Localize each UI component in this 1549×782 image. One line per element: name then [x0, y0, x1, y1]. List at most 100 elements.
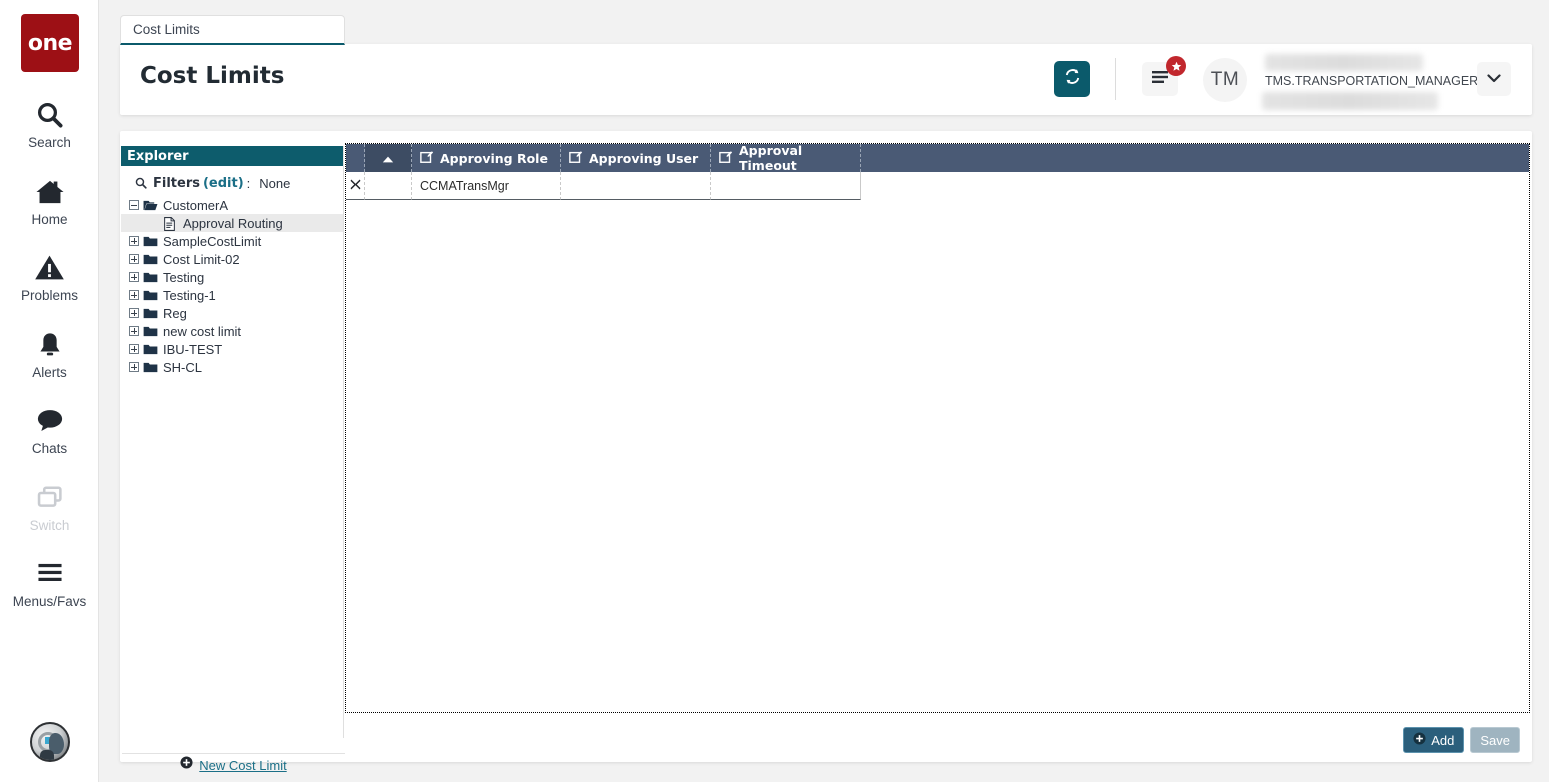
left-navigation-rail: one Search Home Problems Alerts Chats Sw… — [0, 0, 99, 782]
brand-logo-text: one — [27, 30, 73, 56]
tab-strip: Cost Limits — [120, 15, 345, 45]
table-cell-approval-timeout[interactable] — [711, 172, 861, 200]
add-button[interactable]: Add — [1403, 727, 1465, 753]
table-cell-sort — [365, 172, 412, 200]
document-icon — [163, 216, 178, 231]
folder-open-icon — [143, 199, 158, 212]
grid-header-label: Approving User — [589, 150, 699, 166]
rail-item-home[interactable]: Home — [0, 177, 99, 228]
chats-icon — [0, 406, 99, 440]
avatar[interactable]: TM — [1203, 58, 1247, 102]
edit-pencil-icon — [569, 150, 583, 167]
rail-item-switch[interactable]: Switch — [0, 483, 99, 534]
table-cell-approving-role[interactable]: CCMATransMgr — [412, 172, 561, 200]
explorer-tree: CustomerA Approval Routing SampleCostLimit… — [121, 196, 343, 376]
tree-node-label: Testing-1 — [163, 287, 216, 303]
user-menu-button[interactable] — [1477, 62, 1511, 96]
explorer-panel: Explorer Filters (edit) : None CustomerA… — [121, 146, 345, 773]
user-name: TMS.TRANSPORTATION_MANAGER — [1265, 74, 1479, 88]
expand-icon[interactable] — [129, 326, 139, 336]
brand-logo[interactable]: one — [21, 14, 79, 72]
folder-icon — [143, 235, 158, 248]
page-title: Cost Limits — [140, 63, 285, 89]
table-cell-approving-user[interactable] — [561, 172, 711, 200]
tree-node-ibu-test[interactable]: IBU-TEST — [121, 340, 343, 358]
refresh-icon — [1063, 67, 1082, 91]
explorer-header: Explorer — [121, 146, 343, 166]
search-icon — [135, 177, 147, 189]
tree-node-testing-1[interactable]: Testing-1 — [121, 286, 343, 304]
table-cell-filler — [861, 172, 1529, 200]
grid-header-approving-user[interactable]: Approving User — [561, 144, 711, 172]
tree-node-label: Approval Routing — [183, 215, 283, 231]
tree-node-reg[interactable]: Reg — [121, 304, 343, 322]
rail-item-label: Menus/Favs — [12, 594, 87, 609]
folder-icon — [143, 343, 158, 356]
tree-node-new-cost-limit[interactable]: new cost limit — [121, 322, 343, 340]
tree-node-label: Testing — [163, 269, 205, 285]
chevron-down-icon — [1487, 70, 1501, 88]
tree-node-customera[interactable]: CustomerA — [121, 196, 343, 214]
rail-item-label: Switch — [29, 518, 70, 533]
tab-cost-limits[interactable]: Cost Limits — [120, 15, 345, 45]
tree-node-testing[interactable]: Testing — [121, 268, 343, 286]
footer-actions: Add Save — [1403, 727, 1520, 753]
search-icon — [0, 100, 99, 134]
expand-icon[interactable] — [129, 308, 139, 318]
tree-node-label: SH-CL — [163, 359, 203, 375]
new-cost-limit-label: New Cost Limit — [199, 757, 287, 773]
new-cost-limit-link[interactable]: New Cost Limit — [122, 753, 345, 777]
filters-edit-link[interactable]: (edit) — [203, 176, 244, 191]
tree-node-approval-routing[interactable]: Approval Routing — [121, 214, 343, 232]
grid-header-filler — [861, 144, 1529, 172]
home-icon — [0, 177, 99, 211]
collapse-icon[interactable] — [129, 200, 139, 210]
alerts-icon — [0, 330, 99, 364]
grid-header-approving-role[interactable]: Approving Role — [412, 144, 561, 172]
explorer-title: Explorer — [127, 148, 189, 164]
grid-header-actions — [346, 144, 365, 172]
expand-icon[interactable] — [129, 254, 139, 264]
grid-header-sort[interactable] — [365, 144, 412, 172]
delete-x-icon — [350, 178, 361, 193]
grid-header-label: Approving Role — [440, 150, 548, 166]
expand-icon[interactable] — [129, 236, 139, 246]
expand-icon[interactable] — [129, 362, 139, 372]
tree-node-samplecostlimit[interactable]: SampleCostLimit — [121, 232, 343, 250]
assistant-avatar-icon[interactable] — [30, 722, 70, 762]
filters-colon: : — [246, 175, 251, 191]
expand-icon[interactable] — [129, 290, 139, 300]
rail-item-label: Problems — [20, 288, 79, 303]
expand-icon[interactable] — [129, 344, 139, 354]
delete-row-button[interactable] — [346, 172, 365, 200]
folder-icon — [143, 325, 158, 338]
tab-label: Cost Limits — [133, 22, 200, 37]
expand-icon[interactable] — [129, 272, 139, 282]
rail-item-label: Search — [28, 135, 71, 150]
star-badge-icon[interactable] — [1166, 56, 1186, 76]
rail-item-alerts[interactable]: Alerts — [0, 330, 99, 381]
tree-node-sh-cl[interactable]: SH-CL — [121, 358, 343, 376]
rail-item-search[interactable]: Search — [0, 100, 99, 151]
refresh-button[interactable] — [1054, 61, 1090, 97]
grid-header-approval-timeout[interactable]: Approval Timeout — [711, 143, 861, 173]
rail-item-label: Alerts — [32, 365, 67, 380]
avatar-body — [40, 750, 54, 760]
menus-favs-icon — [0, 559, 99, 593]
page-header: Cost Limits TM TMS.TRANSPORTATION_MANAGE… — [120, 44, 1532, 115]
redacted-text-upper — [1265, 54, 1423, 71]
tree-node-label: Cost Limit-02 — [163, 251, 240, 267]
rail-item-problems[interactable]: Problems — [0, 253, 99, 304]
table-row: CCMATransMgr — [346, 172, 1529, 200]
filters-row[interactable]: Filters (edit) : None — [121, 172, 343, 194]
tree-node-label: new cost limit — [163, 323, 242, 339]
edit-pencil-icon — [420, 150, 434, 167]
user-info-block: TMS.TRANSPORTATION_MANAGER — [1262, 51, 1478, 110]
page-body: Explorer Filters (edit) : None CustomerA… — [120, 131, 1532, 773]
save-button[interactable]: Save — [1470, 727, 1520, 753]
rail-item-menus-favs[interactable]: Menus/Favs — [0, 559, 99, 610]
tree-node-cost-limit-02[interactable]: Cost Limit-02 — [121, 250, 343, 268]
plus-circle-icon — [1413, 732, 1426, 748]
rail-item-chats[interactable]: Chats — [0, 406, 99, 457]
